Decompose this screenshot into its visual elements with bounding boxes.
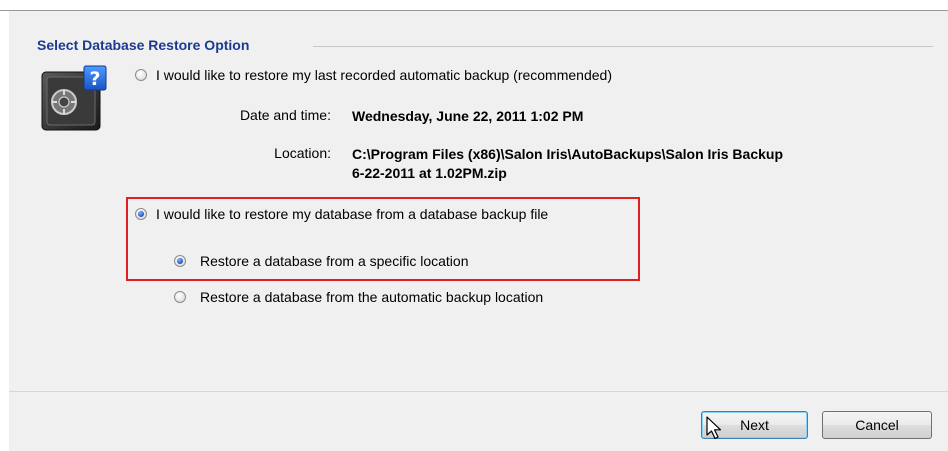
radio-restore-automatic-location[interactable] <box>174 291 186 303</box>
radio-label-restore-last-automatic-backup[interactable]: I would like to restore my last recorded… <box>156 67 612 83</box>
location-value-line-2: 6-22-2011 at 1.02PM.zip <box>352 165 507 181</box>
svg-text:?: ? <box>89 68 100 90</box>
radio-restore-specific-location[interactable] <box>174 255 186 267</box>
cancel-button[interactable]: Cancel <box>822 411 932 439</box>
mouse-cursor-icon <box>706 416 726 440</box>
section-title-rule <box>313 46 933 47</box>
date-time-label: Date and time: <box>239 107 331 123</box>
radio-label-restore-specific-location[interactable]: Restore a database from a specific locat… <box>200 253 468 269</box>
radio-restore-from-backup-file[interactable] <box>135 208 147 220</box>
location-value-line-1: C:\Program Files (x86)\Salon Iris\AutoBa… <box>352 146 784 162</box>
section-title: Select Database Restore Option <box>37 37 250 53</box>
date-time-value: Wednesday, June 22, 2011 1:02 PM <box>352 108 584 124</box>
radio-label-restore-from-backup-file[interactable]: I would like to restore my database from… <box>156 206 548 222</box>
radio-label-restore-automatic-location[interactable]: Restore a database from the automatic ba… <box>200 289 543 305</box>
safe-question-icon: ? <box>40 64 108 132</box>
radio-restore-last-automatic-backup[interactable] <box>135 69 147 81</box>
location-label: Location: <box>274 145 331 161</box>
